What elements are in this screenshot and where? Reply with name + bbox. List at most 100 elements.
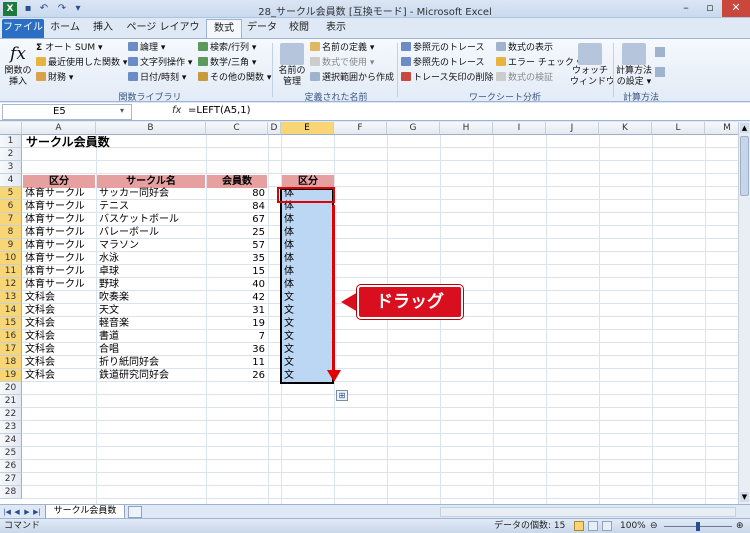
last-sheet-icon[interactable]: ▶| xyxy=(32,506,42,518)
cell-member-count[interactable]: 57 xyxy=(207,239,267,252)
row-header-19[interactable]: 19 xyxy=(0,369,22,382)
cell-circle-name[interactable]: マラソン xyxy=(97,239,205,252)
cell-kubun-e[interactable]: 文 xyxy=(282,356,332,369)
row-header-9[interactable]: 9 xyxy=(0,239,22,252)
tab-review[interactable]: 校閲 xyxy=(282,19,316,38)
cell-member-count[interactable]: 19 xyxy=(207,317,267,330)
cell-circle-name[interactable]: 天文 xyxy=(97,304,205,317)
autofill-options-icon[interactable]: ⊞ xyxy=(336,390,348,401)
insert-sheet-icon[interactable] xyxy=(128,506,142,518)
cell-kubun[interactable]: 体育サークル xyxy=(23,226,95,239)
cell-circle-name[interactable]: 合唱 xyxy=(97,343,205,356)
zoom-slider-thumb[interactable] xyxy=(696,522,700,531)
cell-member-count[interactable]: 25 xyxy=(207,226,267,239)
cell-kubun[interactable]: 文科会 xyxy=(23,291,95,304)
tab-data[interactable]: データ xyxy=(244,19,280,38)
show-formulas-button[interactable]: 数式の表示 xyxy=(496,42,553,54)
trace-dependents-button[interactable]: 参照先のトレース xyxy=(401,57,485,69)
normal-view-icon[interactable] xyxy=(574,521,584,531)
calc-now-icon[interactable] xyxy=(655,47,665,57)
row-header-20[interactable]: 20 xyxy=(0,382,22,395)
cell-kubun[interactable]: 体育サークル xyxy=(23,187,95,200)
row-header-28[interactable]: 28 xyxy=(0,486,22,499)
cell-kubun-e[interactable]: 文 xyxy=(282,317,332,330)
fx-icon[interactable]: fx xyxy=(172,105,181,116)
watch-window-button[interactable]: ウォッチ ウィンドウ xyxy=(570,43,615,88)
row-header-1[interactable]: 1 xyxy=(0,135,22,148)
cell-kubun[interactable]: 文科会 xyxy=(23,317,95,330)
cell-circle-name[interactable]: 卓球 xyxy=(97,265,205,278)
row-header-16[interactable]: 16 xyxy=(0,330,22,343)
row-header-11[interactable]: 11 xyxy=(0,265,22,278)
datetime-button[interactable]: 日付/時刻 ▾ xyxy=(128,72,186,84)
tab-view[interactable]: 表示 xyxy=(318,19,354,38)
cell-member-count[interactable]: 36 xyxy=(207,343,267,356)
close-button[interactable]: ✕ xyxy=(722,0,750,17)
row-header-4[interactable]: 4 xyxy=(0,174,22,187)
more-functions-button[interactable]: その他の関数 ▾ xyxy=(198,72,271,84)
column-header-c[interactable]: C xyxy=(206,122,268,135)
cell-kubun[interactable]: 体育サークル xyxy=(23,265,95,278)
sheet-title[interactable]: サークル会員数 xyxy=(24,136,112,149)
column-header-l[interactable]: L xyxy=(652,122,705,135)
row-header-17[interactable]: 17 xyxy=(0,343,22,356)
cell-circle-name[interactable]: 書道 xyxy=(97,330,205,343)
tab-page-layout[interactable]: ページ レイアウト xyxy=(122,19,204,51)
sheet-tab-circle-members[interactable]: サークル会員数 xyxy=(45,505,125,519)
row-header-8[interactable]: 8 xyxy=(0,226,22,239)
formula-input[interactable]: =LEFT(A5,1) xyxy=(188,105,251,116)
cell-member-count[interactable]: 80 xyxy=(207,187,267,200)
column-header-h[interactable]: H xyxy=(440,122,493,135)
cell-circle-name[interactable]: サッカー同好会 xyxy=(97,187,205,200)
use-in-formula-button[interactable]: 数式で使用 ▾ xyxy=(310,57,374,69)
row-header-3[interactable]: 3 xyxy=(0,161,22,174)
excel-app-icon[interactable]: X xyxy=(3,2,17,16)
next-sheet-icon[interactable]: ▶ xyxy=(22,506,32,518)
cell-kubun-e[interactable]: 体 xyxy=(282,239,332,252)
maximize-button[interactable]: ▫ xyxy=(698,0,722,17)
cell-circle-name[interactable]: 野球 xyxy=(97,278,205,291)
cell-kubun[interactable]: 体育サークル xyxy=(23,213,95,226)
tab-file[interactable]: ファイル xyxy=(2,19,44,38)
error-check-button[interactable]: エラー チェック ▾ xyxy=(496,57,581,69)
customize-quick-access-icon[interactable]: ▾ xyxy=(72,3,84,15)
row-header-26[interactable]: 26 xyxy=(0,460,22,473)
minimize-button[interactable]: – xyxy=(674,0,698,17)
math-button[interactable]: 数学/三角 ▾ xyxy=(198,57,256,69)
column-header-b[interactable]: B xyxy=(96,122,206,135)
name-box-dropdown-icon[interactable]: ▾ xyxy=(120,106,124,115)
remove-arrows-button[interactable]: トレース矢印の削除 ▾ xyxy=(401,72,501,84)
financial-button[interactable]: 財務 ▾ xyxy=(36,72,73,84)
row-header-14[interactable]: 14 xyxy=(0,304,22,317)
cell-kubun-e[interactable]: 文 xyxy=(282,330,332,343)
cell-kubun[interactable]: 体育サークル xyxy=(23,239,95,252)
first-sheet-icon[interactable]: |◀ xyxy=(2,506,12,518)
cell-kubun-e[interactable]: 体 xyxy=(282,226,332,239)
cell-kubun[interactable]: 体育サークル xyxy=(23,200,95,213)
text-functions-button[interactable]: 文字列操作 ▾ xyxy=(128,57,192,69)
zoom-level[interactable]: 100% xyxy=(620,519,646,533)
cell-circle-name[interactable]: 鉄道研究同好会 xyxy=(97,369,205,382)
scroll-up-icon[interactable]: ▲ xyxy=(740,123,749,133)
horizontal-scrollbar[interactable] xyxy=(440,507,736,517)
cell-member-count[interactable]: 31 xyxy=(207,304,267,317)
create-from-selection-button[interactable]: 選択範囲から作成 xyxy=(310,72,394,84)
cell-kubun[interactable]: 体育サークル xyxy=(23,278,95,291)
cell-kubun[interactable]: 文科会 xyxy=(23,356,95,369)
cell-kubun[interactable]: 文科会 xyxy=(23,369,95,382)
row-header-25[interactable]: 25 xyxy=(0,447,22,460)
cell-kubun-e[interactable]: 文 xyxy=(282,343,332,356)
page-break-view-icon[interactable] xyxy=(602,521,612,531)
cell-kubun-e[interactable]: 文 xyxy=(282,369,332,382)
cell-kubun[interactable]: 文科会 xyxy=(23,343,95,356)
scroll-thumb[interactable] xyxy=(740,136,749,196)
cell-circle-name[interactable]: バスケットボール xyxy=(97,213,205,226)
row-header-13[interactable]: 13 xyxy=(0,291,22,304)
cell-circle-name[interactable]: テニス xyxy=(97,200,205,213)
cell-member-count[interactable]: 84 xyxy=(207,200,267,213)
row-header-10[interactable]: 10 xyxy=(0,252,22,265)
trace-precedents-button[interactable]: 参照元のトレース xyxy=(401,42,485,54)
row-header-5[interactable]: 5 xyxy=(0,187,22,200)
cell-kubun-e[interactable]: 文 xyxy=(282,291,332,304)
row-header-24[interactable]: 24 xyxy=(0,434,22,447)
